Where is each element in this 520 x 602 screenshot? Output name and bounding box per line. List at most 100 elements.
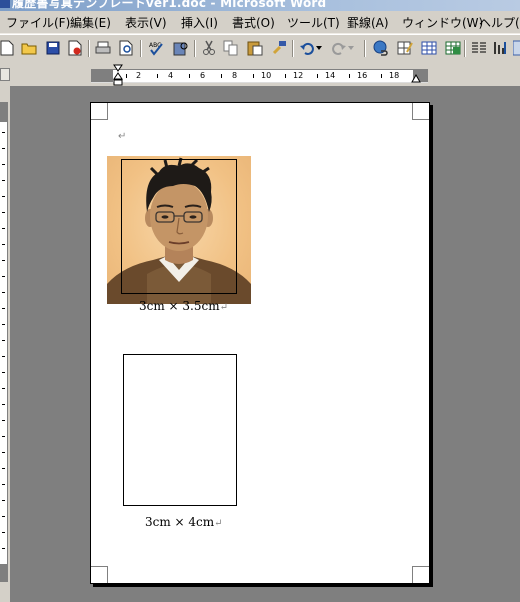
vruler-tick <box>2 356 5 357</box>
ruler-label: 2 <box>136 71 142 80</box>
ruler-tick <box>221 74 222 78</box>
menu-format[interactable]: 書式(O) <box>232 14 275 31</box>
ruler-tick <box>157 74 158 78</box>
copy-icon[interactable] <box>222 39 240 57</box>
frame-caption: 3cm × 4cm↵ <box>145 515 223 529</box>
tables-borders-icon[interactable] <box>396 39 414 57</box>
vruler-tick <box>2 532 5 533</box>
print-preview-icon[interactable] <box>118 39 136 57</box>
columns-icon[interactable] <box>470 39 488 57</box>
menu-bar: ファイル(F) 編集(E) 表示(V) 挿入(I) 書式(O) ツール(T) 罫… <box>0 11 520 34</box>
menu-help[interactable]: ヘルプ(H) <box>479 14 520 31</box>
menu-table[interactable]: 罫線(A) <box>347 14 389 31</box>
vruler-tick <box>2 404 5 405</box>
print-icon[interactable] <box>94 39 112 57</box>
vruler-tick <box>2 324 5 325</box>
paragraph-mark: ↵ <box>214 518 223 529</box>
insert-table-icon[interactable] <box>420 39 438 57</box>
toolbar-separator <box>464 40 466 57</box>
format-painter-icon[interactable] <box>270 39 288 57</box>
vruler-tick <box>2 180 5 181</box>
vruler-tick <box>2 164 5 165</box>
vruler-tick <box>2 500 5 501</box>
title-bar: 履歴書写真テンプレートver1.doc - Microsoft Word <box>0 0 520 11</box>
open-folder-icon[interactable] <box>20 39 38 57</box>
right-indent-marker-icon[interactable] <box>411 73 421 83</box>
margin-corner-bottom-left <box>91 566 108 583</box>
frame-caption-text: 3cm × 4cm <box>145 515 215 529</box>
vruler-tick <box>2 516 5 517</box>
toolbar-overflow-icon[interactable] <box>512 39 520 57</box>
hyperlink-icon[interactable] <box>372 39 390 57</box>
standard-toolbar: ABC <box>0 34 520 65</box>
vruler-tick <box>2 548 5 549</box>
cut-icon[interactable] <box>200 39 218 57</box>
ruler-label: 12 <box>293 71 304 80</box>
vruler-tick <box>2 372 5 373</box>
ruler-left-margin <box>91 70 113 82</box>
toolbar-separator <box>140 40 142 57</box>
vruler-bottom-margin <box>0 564 7 582</box>
indent-marker-icon[interactable] <box>113 64 123 88</box>
vruler-tick <box>2 340 5 341</box>
menu-window[interactable]: ウィンドウ(W) <box>402 14 483 31</box>
ruler-label: 18 <box>389 71 400 80</box>
permission-icon[interactable] <box>66 39 84 57</box>
vruler-tick <box>2 276 5 277</box>
ruler-row: 2 4 6 8 10 12 14 16 18 <box>0 64 520 86</box>
vruler-tick <box>2 436 5 437</box>
vruler-tick <box>2 132 5 133</box>
new-document-icon[interactable] <box>0 39 16 57</box>
ruler-label: 8 <box>232 71 238 80</box>
ruler-label: 14 <box>325 71 336 80</box>
undo-dropdown-icon[interactable] <box>314 39 324 57</box>
menu-edit[interactable]: 編集(E) <box>70 14 111 31</box>
redo-dropdown-icon[interactable] <box>346 39 356 57</box>
margin-corner-top-left <box>91 103 108 120</box>
vruler-tick <box>2 260 5 261</box>
paragraph-mark: ↵ <box>118 131 127 142</box>
spelling-check-icon[interactable]: ABC <box>148 39 166 57</box>
menu-file[interactable]: ファイル(F) <box>6 14 70 31</box>
vruler-tick <box>2 292 5 293</box>
ruler-tick <box>317 74 318 78</box>
toolbar-separator <box>88 40 90 57</box>
menu-view[interactable]: 表示(V) <box>125 14 167 31</box>
margin-corner-top-right <box>412 103 429 120</box>
photo-frame-3x3.5[interactable] <box>121 159 237 294</box>
paragraph-mark: ↵ <box>219 302 228 313</box>
vruler-top-margin <box>0 102 7 122</box>
drawing-icon[interactable] <box>492 39 510 57</box>
vruler-tick <box>2 388 5 389</box>
menu-tools[interactable]: ツール(T) <box>287 14 340 31</box>
photo-caption: 3cm × 3.5cm↵ <box>139 299 228 313</box>
ruler-tick <box>126 74 127 78</box>
menu-insert[interactable]: 挿入(I) <box>181 14 218 31</box>
tab-selector-button[interactable] <box>0 68 10 81</box>
document-page[interactable]: ↵ 3cm × 3.5cm↵ 3cm × 4cm↵ <box>90 102 430 584</box>
horizontal-ruler[interactable]: 2 4 6 8 10 12 14 16 18 <box>91 64 428 86</box>
vruler-tick <box>2 228 5 229</box>
window-title: 履歴書写真テンプレートver1.doc - Microsoft Word <box>12 0 327 10</box>
toolbar-separator <box>292 40 294 57</box>
vruler-tick <box>2 308 5 309</box>
research-icon[interactable] <box>172 39 190 57</box>
paste-icon[interactable] <box>246 39 264 57</box>
vruler-tick <box>2 420 5 421</box>
save-icon[interactable] <box>44 39 62 57</box>
vruler-tick <box>2 212 5 213</box>
toolbar-separator <box>364 40 366 57</box>
word-app-icon[interactable] <box>0 0 10 8</box>
vertical-ruler[interactable] <box>0 102 8 582</box>
ruler-tick <box>349 74 350 78</box>
ruler-tick <box>253 74 254 78</box>
vruler-tick <box>2 244 5 245</box>
insert-excel-icon[interactable] <box>444 39 462 57</box>
margin-corner-bottom-right <box>412 566 429 583</box>
vruler-tick <box>2 148 5 149</box>
vruler-tick <box>2 484 5 485</box>
vruler-tick <box>2 452 5 453</box>
ruler-tick <box>381 74 382 78</box>
vruler-tick <box>2 468 5 469</box>
photo-frame-3x4[interactable] <box>123 354 237 506</box>
